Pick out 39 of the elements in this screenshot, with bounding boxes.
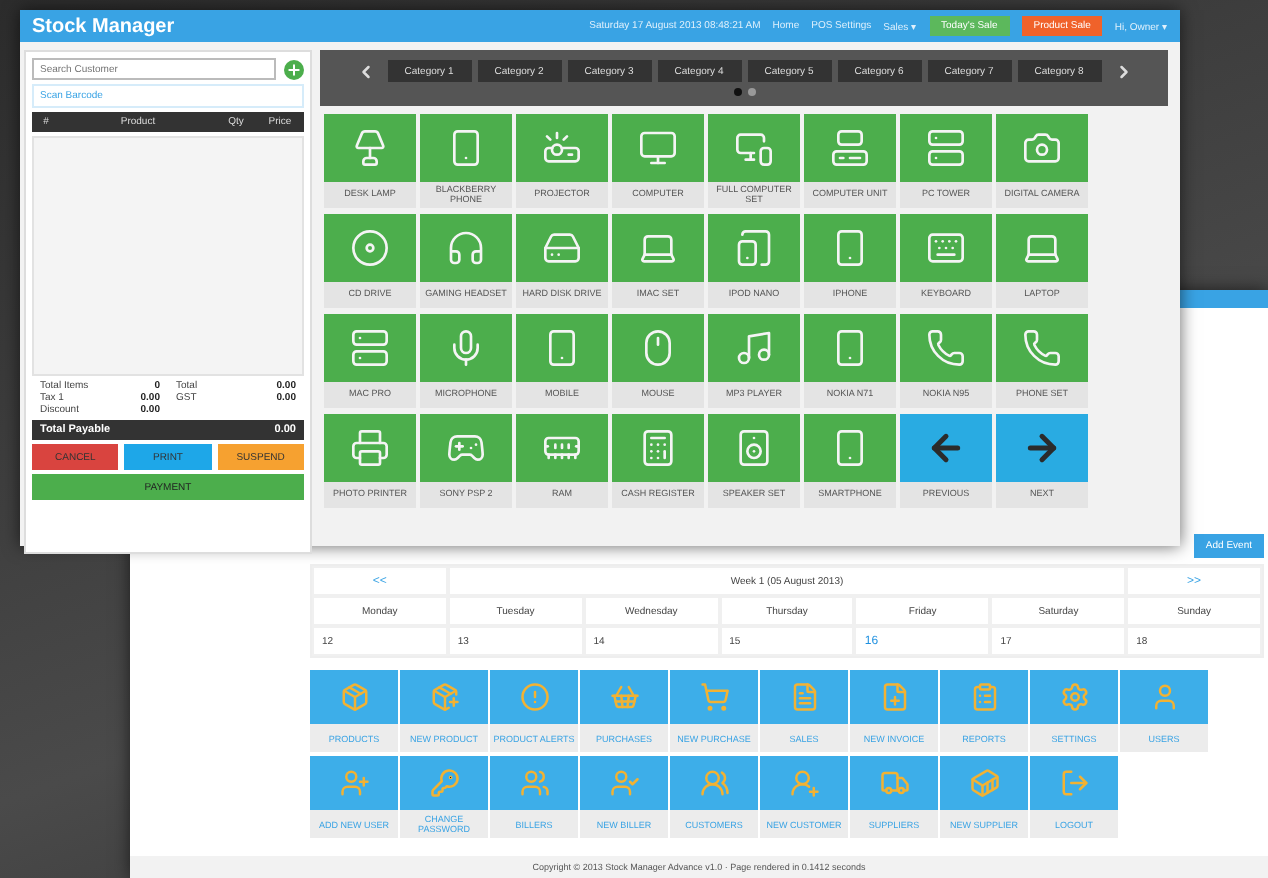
users-icon: [519, 768, 549, 798]
keyboard-icon: [926, 228, 966, 268]
truck-icon: [879, 768, 909, 798]
gear-icon: [1059, 682, 1089, 712]
box-plus-icon: [429, 682, 459, 712]
headphones-icon: [446, 228, 486, 268]
document-icon: [789, 682, 819, 712]
hard-drive-icon: [542, 228, 582, 268]
user-check-icon: [609, 768, 639, 798]
calculator-icon: [638, 428, 678, 468]
clipboard-icon: [969, 682, 999, 712]
camera-icon: [1022, 128, 1062, 168]
user-plus-icon: [789, 768, 819, 798]
cart-icon: [699, 682, 729, 712]
monitor-icon: [638, 128, 678, 168]
key-icon: [429, 768, 459, 798]
music-icon: [734, 328, 774, 368]
document-plus-icon: [879, 682, 909, 712]
alert-icon: [519, 682, 549, 712]
page-dot[interactable]: [733, 88, 741, 96]
logout-icon: [1059, 768, 1089, 798]
add-customer-button[interactable]: [284, 59, 304, 79]
right-arrow-icon: [1022, 428, 1062, 468]
app-title: Stock Manager: [32, 15, 175, 37]
projector-icon: [542, 128, 582, 168]
lamp-icon: [350, 128, 390, 168]
disc-icon: [350, 228, 390, 268]
container-icon: [969, 768, 999, 798]
group-icon: [699, 768, 729, 798]
basket-icon: [609, 682, 639, 712]
speaker-icon: [734, 428, 774, 468]
computer-set-icon: [734, 128, 774, 168]
tablet-icon: [734, 228, 774, 268]
printer-icon: [350, 428, 390, 468]
tower-icon: [350, 328, 390, 368]
user-plus-icon: [339, 768, 369, 798]
user-icon: [1149, 682, 1179, 712]
page-dot[interactable]: [747, 88, 755, 96]
tower-icon: [926, 128, 966, 168]
